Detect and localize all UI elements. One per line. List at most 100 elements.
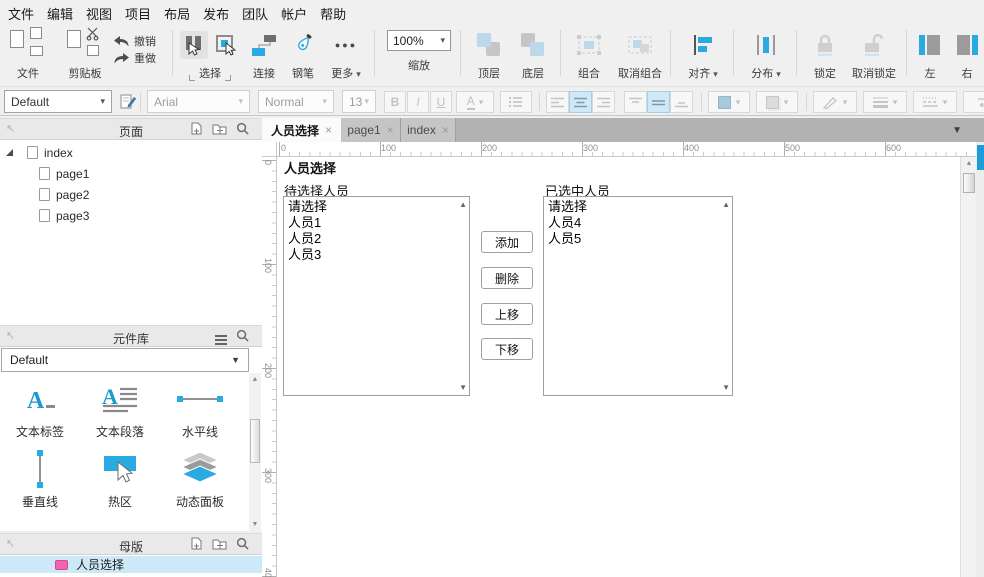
tab-index[interactable]: index × (401, 118, 456, 142)
send-to-back-button[interactable] (512, 26, 554, 64)
shadow-button[interactable]: ▾ (756, 91, 798, 113)
scroll-down-icon[interactable]: ▼ (249, 521, 261, 528)
line-style-button[interactable]: ▾ (913, 91, 957, 113)
widgets-menu-icon[interactable] (215, 335, 227, 337)
page-tree-item-index[interactable]: index (0, 142, 262, 163)
ungroup-button[interactable] (612, 26, 668, 64)
design-canvas[interactable]: 人员选择 待选择人员 请选择 人员1 人员2 人员3 ▲ ▼ 添加 删除 上移 … (277, 157, 960, 577)
menu-project[interactable]: 项目 (125, 4, 151, 22)
move-up-button-widget[interactable]: 上移 (481, 303, 533, 325)
menu-edit[interactable]: 编辑 (47, 4, 73, 22)
page-tree-item-page2[interactable]: page2 (0, 184, 262, 205)
widgets-search-icon[interactable] (236, 329, 249, 342)
add-master-icon[interactable] (190, 537, 203, 550)
redo-button[interactable]: 重做 (114, 50, 168, 66)
align-button[interactable] (677, 26, 729, 64)
masters-search-icon[interactable] (236, 537, 249, 550)
select-contain-tool[interactable] (212, 31, 240, 59)
tab-close-icon[interactable]: × (442, 123, 449, 137)
source-listbox-widget[interactable]: 请选择 人员1 人员2 人员3 ▲ ▼ (283, 196, 470, 396)
tab-close-icon[interactable]: × (387, 123, 394, 137)
menu-view[interactable]: 视图 (86, 4, 112, 22)
bring-to-front-button[interactable] (468, 26, 510, 64)
fill-color-button[interactable]: ▾ (708, 91, 750, 113)
lock-button[interactable] (804, 26, 846, 64)
italic-button[interactable]: I (407, 91, 429, 113)
paste-icon[interactable] (87, 45, 99, 56)
scroll-up-icon[interactable]: ▲ (722, 200, 730, 209)
distribute-button[interactable] (740, 26, 792, 64)
valign-top-button[interactable] (624, 91, 647, 113)
canvas-scroll-thumb[interactable] (963, 173, 975, 193)
move-down-button-widget[interactable]: 下移 (481, 338, 533, 360)
scroll-up-icon[interactable]: ▲ (249, 376, 261, 383)
cut-scissors-icon[interactable] (86, 27, 100, 41)
scroll-down-icon[interactable]: ▼ (459, 383, 467, 392)
menu-publish[interactable]: 发布 (203, 4, 229, 22)
font-weight-select[interactable]: Normal ▾ (258, 90, 334, 113)
line-color-button[interactable]: ▾ (813, 91, 857, 113)
underline-button[interactable]: U (430, 91, 452, 113)
tab-close-icon[interactable]: × (325, 123, 332, 137)
widget-item-dynamic-panel[interactable]: 动态面板 (160, 449, 240, 510)
more-button[interactable]: ●●● (324, 26, 368, 64)
add-master-folder-icon[interactable] (212, 537, 227, 550)
style-preset-select[interactable]: Default ▾ (4, 90, 112, 113)
bullet-list-button[interactable] (500, 91, 532, 113)
menu-account[interactable]: 帐户 (281, 4, 307, 22)
undo-button[interactable]: 撤销 (114, 33, 168, 49)
list-item[interactable]: 请选择 (288, 199, 465, 215)
list-item[interactable]: 请选择 (548, 199, 728, 215)
open-icon[interactable] (30, 46, 43, 56)
widget-item-vertical-line[interactable]: 垂直线 (0, 449, 80, 510)
delete-button-widget[interactable]: 删除 (481, 267, 533, 289)
text-color-button[interactable]: A ▾ (456, 91, 494, 113)
tab-page1[interactable]: page1 × (341, 118, 401, 142)
widget-item-text-paragraph[interactable]: A 文本段落 (80, 379, 160, 440)
widgets-scroll-thumb[interactable] (250, 419, 260, 463)
widget-item-horizontal-line[interactable]: 水平线 (160, 379, 240, 440)
text-align-left-button[interactable] (546, 91, 569, 113)
unlock-button[interactable] (846, 26, 902, 64)
pen-button[interactable] (286, 26, 320, 64)
list-item[interactable]: 人员1 (288, 215, 465, 231)
widget-item-hot-area[interactable]: 热区 (80, 449, 160, 510)
menu-layout[interactable]: 布局 (164, 4, 190, 22)
menu-team[interactable]: 团队 (242, 4, 268, 22)
font-family-select[interactable]: Arial ▾ (147, 90, 250, 113)
scroll-up-icon[interactable]: ▲ (459, 200, 467, 209)
page-tree-item-page1[interactable]: page1 (0, 163, 262, 184)
bold-button[interactable]: B (384, 91, 406, 113)
widget-item-text-label[interactable]: A 文本标签 (0, 379, 80, 440)
add-button-widget[interactable]: 添加 (481, 231, 533, 253)
widgets-scrollbar[interactable]: ▲ ▼ (249, 373, 261, 531)
edit-style-icon[interactable] (120, 93, 137, 110)
expand-icon[interactable] (6, 149, 13, 156)
menu-file[interactable]: 文件 (8, 4, 34, 22)
arrow-style-button[interactable] (963, 91, 984, 113)
pages-search-icon[interactable] (236, 122, 249, 135)
zoom-select[interactable]: 100% ▾ (387, 30, 451, 51)
scroll-up-icon[interactable]: ▲ (961, 160, 977, 167)
add-page-icon[interactable] (190, 122, 203, 135)
align-left-button[interactable] (912, 26, 948, 64)
save-icon[interactable] (30, 27, 42, 39)
connect-button[interactable] (246, 26, 282, 64)
canvas-page-title-widget[interactable]: 人员选择 (284, 158, 336, 177)
text-align-center-button[interactable] (569, 91, 592, 113)
right-panel-handle[interactable] (977, 145, 984, 170)
tab-list-dropdown-icon[interactable]: ▼ (952, 125, 962, 136)
select-intersect-tool[interactable] (180, 31, 208, 59)
canvas-vertical-scrollbar[interactable]: ▲ (960, 157, 976, 577)
list-item[interactable]: 人员5 (548, 231, 728, 247)
align-right-button[interactable] (950, 26, 984, 64)
copy-icon[interactable] (67, 30, 81, 48)
master-item-renxuan[interactable]: 人员选择 (0, 556, 262, 573)
group-button[interactable] (566, 26, 612, 64)
valign-bottom-button[interactable] (670, 91, 693, 113)
list-item[interactable]: 人员3 (288, 247, 465, 263)
menu-help[interactable]: 帮助 (320, 4, 346, 22)
line-width-button[interactable]: ▾ (863, 91, 907, 113)
new-file-icon[interactable] (10, 30, 24, 48)
scroll-down-icon[interactable]: ▼ (722, 383, 730, 392)
